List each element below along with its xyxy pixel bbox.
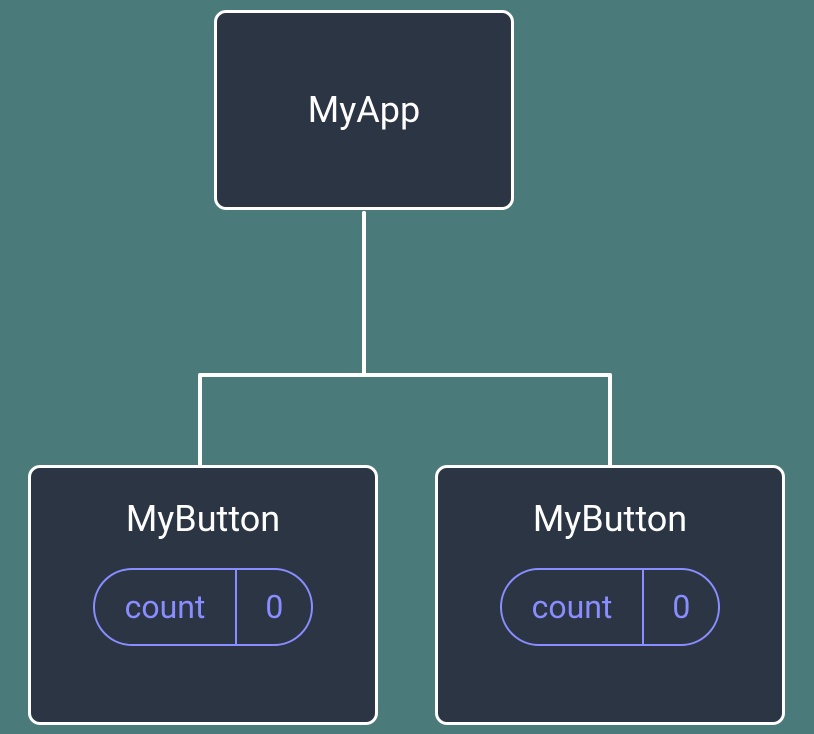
child-node-right: MyButton count 0 [435,465,785,725]
child-node-right-label: MyButton [533,498,687,540]
state-pill-left: count 0 [93,568,314,646]
state-pill-left-label: count [95,570,238,644]
state-pill-left-value: 0 [237,570,311,644]
child-node-left-label: MyButton [126,498,280,540]
state-pill-right-label: count [502,570,645,644]
state-pill-right-value: 0 [644,570,718,644]
root-node-label: MyApp [308,89,420,131]
root-node: MyApp [214,10,514,210]
state-pill-right: count 0 [500,568,721,646]
child-node-left: MyButton count 0 [28,465,378,725]
